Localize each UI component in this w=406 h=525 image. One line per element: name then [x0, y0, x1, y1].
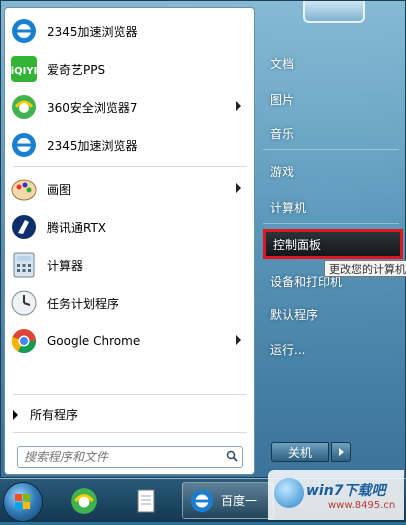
calculator-icon [9, 250, 39, 280]
program-label: 计算器 [47, 258, 84, 273]
program-label: 任务计划程序 [47, 296, 120, 311]
divider [13, 394, 247, 395]
right-item-pictures[interactable]: 图片 [263, 85, 403, 113]
taskbar-browser-window[interactable]: 百度一 [182, 482, 274, 519]
notepad-icon [137, 489, 155, 512]
iqiyi-icon: iQIYI [9, 54, 39, 84]
search-box[interactable] [17, 446, 243, 468]
programs-pane: 2345加速浏览器 iQIYI 爱奇艺PPS 360安全浏览器7 2345加速浏… [4, 7, 255, 475]
right-item-documents[interactable]: 文档 [263, 49, 403, 77]
right-item-run[interactable]: 运行... [263, 335, 403, 363]
watermark: win7下载吧 www.8495.cn [268, 470, 404, 520]
program-item-360-browser[interactable]: 360安全浏览器7 [9, 89, 249, 125]
start-button[interactable] [3, 482, 43, 522]
program-item-rtx[interactable]: 腾讯通RTX [9, 209, 249, 245]
divider [263, 149, 399, 150]
taskbar-360-browser[interactable] [60, 482, 108, 519]
program-item-2345-browser[interactable]: 2345加速浏览器 [9, 13, 249, 49]
all-programs-label: 所有程序 [30, 408, 79, 422]
all-programs-button[interactable]: 所有程序 [13, 406, 78, 423]
start-menu: 2345加速浏览器 iQIYI 爱奇艺PPS 360安全浏览器7 2345加速浏… [0, 0, 406, 478]
windows-logo-icon [15, 494, 30, 509]
right-item-music[interactable]: 音乐 [263, 119, 403, 147]
right-item-default-programs[interactable]: 默认程序 [263, 300, 403, 328]
program-item-2345-browser-2[interactable]: 2345加速浏览器 [9, 127, 249, 163]
chrome-icon [9, 326, 39, 356]
submenu-arrow-icon[interactable] [236, 335, 241, 345]
divider [13, 166, 247, 167]
shutdown-button[interactable]: 关机 [271, 442, 329, 462]
taskbar-window-label: 百度一 [221, 494, 258, 508]
watermark-url: www.8495.cn [328, 499, 396, 511]
browser-360-icon [9, 92, 39, 122]
browser-2345-icon [190, 489, 214, 512]
program-label: 腾讯通RTX [47, 220, 107, 235]
program-item-task-scheduler[interactable]: 任务计划程序 [9, 285, 249, 321]
program-label: 爱奇艺PPS [47, 62, 106, 77]
play-arrow-icon [13, 409, 18, 420]
browser-2345-icon [9, 130, 39, 160]
watermark-title: win7下载吧 [306, 482, 386, 499]
browser-360-icon [71, 487, 97, 514]
watermark-logo-icon [274, 478, 304, 508]
program-item-paint[interactable]: 画图 [9, 171, 249, 207]
program-label: 2345加速浏览器 [47, 24, 138, 39]
submenu-arrow-icon[interactable] [236, 183, 241, 193]
right-item-control-panel[interactable]: 控制面板 [263, 229, 403, 259]
program-item-calculator[interactable]: 计算器 [9, 247, 249, 283]
browser-2345-icon [9, 16, 39, 46]
divider [13, 432, 247, 433]
rtx-icon [9, 212, 39, 242]
tooltip: 更改您的计算机 [324, 260, 406, 277]
task-scheduler-icon [9, 288, 39, 318]
paint-icon [9, 174, 39, 204]
program-item-iqiyi-pps[interactable]: iQIYI 爱奇艺PPS [9, 51, 249, 87]
divider [263, 223, 399, 224]
right-item-computer[interactable]: 计算机 [263, 193, 403, 221]
program-label: 2345加速浏览器 [47, 138, 138, 153]
program-item-google-chrome[interactable]: Google Chrome [9, 323, 249, 359]
shutdown-options-button[interactable] [331, 442, 351, 462]
program-label: 360安全浏览器7 [47, 100, 138, 115]
submenu-arrow-icon[interactable] [236, 101, 241, 111]
svg-text:iQIYI: iQIYI [11, 66, 38, 77]
search-icon[interactable] [222, 450, 242, 465]
program-label: 画图 [47, 182, 72, 197]
user-picture[interactable] [303, 1, 365, 23]
program-label: Google Chrome [47, 334, 141, 348]
search-input[interactable] [18, 449, 222, 465]
taskbar-notepad[interactable] [122, 482, 170, 519]
right-item-games[interactable]: 游戏 [263, 157, 403, 185]
